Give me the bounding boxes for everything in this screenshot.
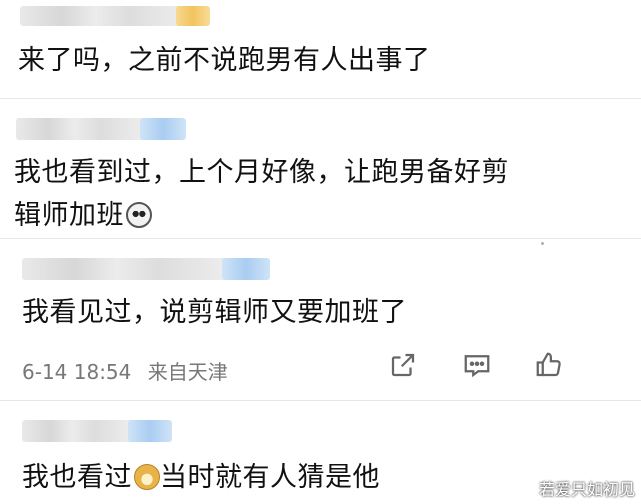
share-icon (391, 353, 415, 377)
user-badge-blurred (176, 6, 210, 26)
like-icon (536, 352, 561, 377)
comment-text: 来了吗，之前不说跑男有人出事了 (18, 45, 431, 76)
user-badge-blurred (140, 118, 186, 140)
more-icon[interactable] (541, 242, 544, 245)
comment-text: 辑师加班 (14, 199, 152, 233)
like-button[interactable] (532, 348, 566, 382)
comment-text: 我也看到过，上个月好像，让跑男备好剪 (14, 157, 509, 188)
comment-location: 来自天津 (147, 360, 228, 384)
username-blurred[interactable] (20, 6, 188, 26)
user-badge-blurred (222, 258, 270, 280)
comment-meta: 6-14 18:54 来自天津 (22, 356, 228, 385)
comment-text: 我也看过 当时就有人猜是他 (22, 461, 380, 495)
comment-text-line: 辑师加班 (14, 200, 124, 231)
divider (0, 98, 641, 99)
watermark: 若爱只如初见 (538, 480, 635, 499)
user-badge-blurred (128, 420, 172, 442)
doge-emoji (134, 464, 160, 490)
username-blurred[interactable] (16, 118, 146, 140)
comment-text: 我看见过，说剪辑师又要加班了 (22, 297, 407, 328)
comment-button[interactable] (460, 348, 494, 382)
username-blurred[interactable] (22, 258, 232, 280)
divider (0, 238, 641, 239)
comment-text-part: 当时就有人猜是他 (160, 462, 380, 493)
comment-date: 6-14 18:54 (22, 360, 132, 384)
divider (0, 400, 641, 401)
username-blurred[interactable] (22, 420, 134, 442)
share-button[interactable] (386, 348, 420, 382)
panda-emoji (126, 202, 152, 228)
comment-text-part: 我也看过 (22, 462, 132, 493)
comment-icon (464, 355, 490, 378)
